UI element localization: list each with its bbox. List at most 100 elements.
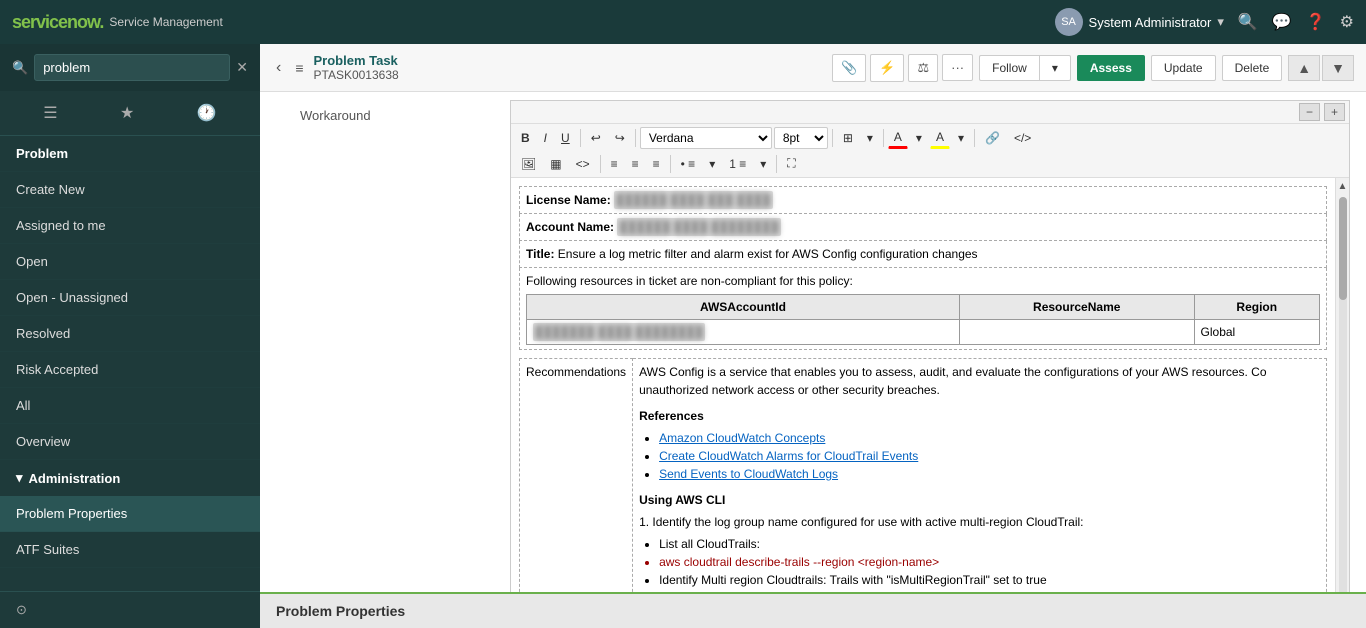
form-title: Problem Task: [314, 53, 399, 68]
sidebar-item-create-new[interactable]: Create New: [0, 172, 260, 208]
editor-body[interactable]: License Name: ██████ ████ ███ ████ Accou…: [511, 178, 1335, 592]
search-input[interactable]: [34, 54, 230, 81]
account-cell: Account Name: ██████ ████ ████████: [520, 214, 1327, 241]
clock-icon[interactable]: 🕐: [193, 99, 221, 127]
rich-text-editor: − + B I U ↩ ↪: [510, 100, 1350, 592]
form-header-right: 📎 ⚡ ⚖ ··· Follow ▾ Assess Update Delete …: [832, 54, 1354, 82]
star-icon[interactable]: ★: [116, 99, 138, 127]
toolbar-row-2: 🖼 ▦ <> ≡ ≡ ≡ • ≡ ▾: [515, 153, 1345, 174]
collapse-btn[interactable]: −: [1299, 103, 1320, 121]
username: System Administrator: [1089, 15, 1212, 30]
sidebar-item-atf-suites[interactable]: ATF Suites: [0, 532, 260, 568]
admin-section-label: Administration: [29, 471, 121, 486]
font-color-dropdown-btn[interactable]: ▾: [910, 128, 928, 148]
description-text: AWS Config is a service that enables you…: [639, 363, 1320, 399]
settings-form-icon[interactable]: ⚖: [908, 54, 938, 82]
toolbar-sep-2: [635, 129, 636, 147]
back-button[interactable]: ‹: [272, 55, 285, 81]
sidebar-admin-header[interactable]: ▾ Administration: [0, 460, 260, 496]
numbered-list-btn[interactable]: 1 ≡: [723, 154, 752, 174]
references-list: Amazon CloudWatch Concepts Create CloudW…: [659, 429, 1320, 483]
align-right-btn[interactable]: ≡: [647, 154, 666, 174]
prev-record-btn[interactable]: ▲: [1288, 55, 1320, 81]
workaround-label: Workaround: [260, 100, 380, 131]
resources-header-row: AWSAccountId ResourceName Region: [527, 295, 1320, 320]
title-cell: Title: Ensure a log metric filter and al…: [520, 241, 1327, 268]
scroll-up-icon[interactable]: ▲: [1335, 178, 1349, 195]
font-size-select[interactable]: 8pt 10pt 12pt: [774, 127, 828, 149]
undo-btn[interactable]: ↩: [585, 128, 607, 148]
title-label: Title:: [526, 247, 558, 261]
delete-button[interactable]: Delete: [1222, 55, 1283, 81]
update-button[interactable]: Update: [1151, 55, 1216, 81]
sidebar-item-assigned-to-me[interactable]: Assigned to me: [0, 208, 260, 244]
ref-link-1[interactable]: Amazon CloudWatch Concepts: [659, 431, 825, 445]
underline-btn[interactable]: U: [555, 128, 576, 148]
expand-btn[interactable]: +: [1324, 103, 1345, 121]
toolbar-row-1: B I U ↩ ↪ Verdana Arial: [515, 127, 1345, 149]
source-btn[interactable]: </>: [1008, 128, 1037, 148]
vertical-scrollbar[interactable]: ▲ ▼: [1335, 178, 1349, 592]
assess-button[interactable]: Assess: [1077, 55, 1145, 81]
table2-btn[interactable]: ▦: [544, 154, 567, 174]
image-btn[interactable]: 🖼: [515, 154, 542, 174]
follow-dropdown-btn[interactable]: ▾: [1039, 55, 1071, 81]
table-dropdown-btn[interactable]: ▾: [861, 128, 879, 148]
list-item: aws cloudtrail describe-trails --region …: [659, 553, 1320, 571]
clear-search-icon[interactable]: ✕: [236, 59, 248, 76]
license-cell: License Name: ██████ ████ ███ ████: [520, 187, 1327, 214]
sidebar-item-risk-accepted[interactable]: Risk Accepted: [0, 352, 260, 388]
chat-icon[interactable]: 💬: [1272, 12, 1292, 32]
ref-link-3[interactable]: Send Events to CloudWatch Logs: [659, 467, 838, 481]
search-icon[interactable]: 🔍: [1238, 12, 1258, 32]
settings-icon[interactable]: ⚙: [1340, 12, 1354, 32]
link-btn[interactable]: 🔗: [979, 128, 1006, 148]
next-record-btn[interactable]: ▼: [1322, 55, 1354, 81]
brand-subtitle: Service Management: [109, 15, 222, 29]
follow-button[interactable]: Follow: [979, 55, 1039, 81]
nav-left: servicenow. Service Management: [12, 12, 223, 33]
avatar: SA: [1055, 8, 1083, 36]
col-resource-name: ResourceName: [959, 295, 1194, 320]
table-row: Account Name: ██████ ████ ████████: [520, 214, 1327, 241]
sidebar: 🔍 ✕ ☰ ★ 🕐 Problem Create New Assigned to…: [0, 44, 260, 628]
sidebar-item-open[interactable]: Open: [0, 244, 260, 280]
main-layout: 🔍 ✕ ☰ ★ 🕐 Problem Create New Assigned to…: [0, 44, 1366, 628]
rec-label: Recommendations: [526, 365, 626, 379]
attachment-icon[interactable]: 📎: [832, 54, 866, 82]
bg-color-dropdown-btn[interactable]: ▾: [952, 128, 970, 148]
list-icon[interactable]: ☰: [39, 99, 61, 127]
user-info[interactable]: SA System Administrator ▾: [1055, 8, 1224, 36]
references-title: References: [639, 407, 1320, 425]
recommendations-table: Recommendations AWS Config is a service …: [519, 358, 1327, 592]
table-btn[interactable]: ⊞: [837, 128, 859, 148]
sidebar-item-overview[interactable]: Overview: [0, 424, 260, 460]
font-color-btn[interactable]: A: [888, 127, 908, 149]
sidebar-item-problem-properties[interactable]: Problem Properties: [0, 496, 260, 532]
bold-btn[interactable]: B: [515, 128, 536, 148]
help-icon[interactable]: ❓: [1306, 12, 1326, 32]
sidebar-item-resolved[interactable]: Resolved: [0, 316, 260, 352]
sidebar-collapse-btn[interactable]: ⊙: [0, 591, 260, 628]
activity-icon[interactable]: ⚡: [870, 54, 904, 82]
user-dropdown-icon[interactable]: ▾: [1217, 14, 1224, 30]
sidebar-item-open-unassigned[interactable]: Open - Unassigned: [0, 280, 260, 316]
redo-btn[interactable]: ↪: [609, 128, 631, 148]
numbered-dropdown-btn[interactable]: ▾: [754, 154, 772, 174]
fullscreen-btn[interactable]: ⛶: [781, 153, 801, 174]
form-header-left: ‹ ≡ Problem Task PTASK0013638: [272, 53, 399, 82]
ref-link-2[interactable]: Create CloudWatch Alarms for CloudTrail …: [659, 449, 918, 463]
align-center-btn[interactable]: ≡: [626, 154, 645, 174]
bullet-dropdown-btn[interactable]: ▾: [703, 154, 721, 174]
font-family-select[interactable]: Verdana Arial Times New Roman: [640, 127, 772, 149]
italic-btn[interactable]: I: [538, 128, 553, 148]
table-row: Following resources in ticket are non-co…: [520, 268, 1327, 350]
code-btn[interactable]: <>: [570, 154, 596, 174]
sidebar-item-all[interactable]: All: [0, 388, 260, 424]
more-options-icon[interactable]: ···: [942, 54, 973, 81]
align-left-btn[interactable]: ≡: [605, 154, 624, 174]
bullet-list-btn[interactable]: • ≡: [675, 154, 702, 174]
bg-color-btn[interactable]: A: [930, 127, 950, 149]
top-navigation: servicenow. Service Management SA System…: [0, 0, 1366, 44]
toolbar-sep-4: [883, 129, 884, 147]
